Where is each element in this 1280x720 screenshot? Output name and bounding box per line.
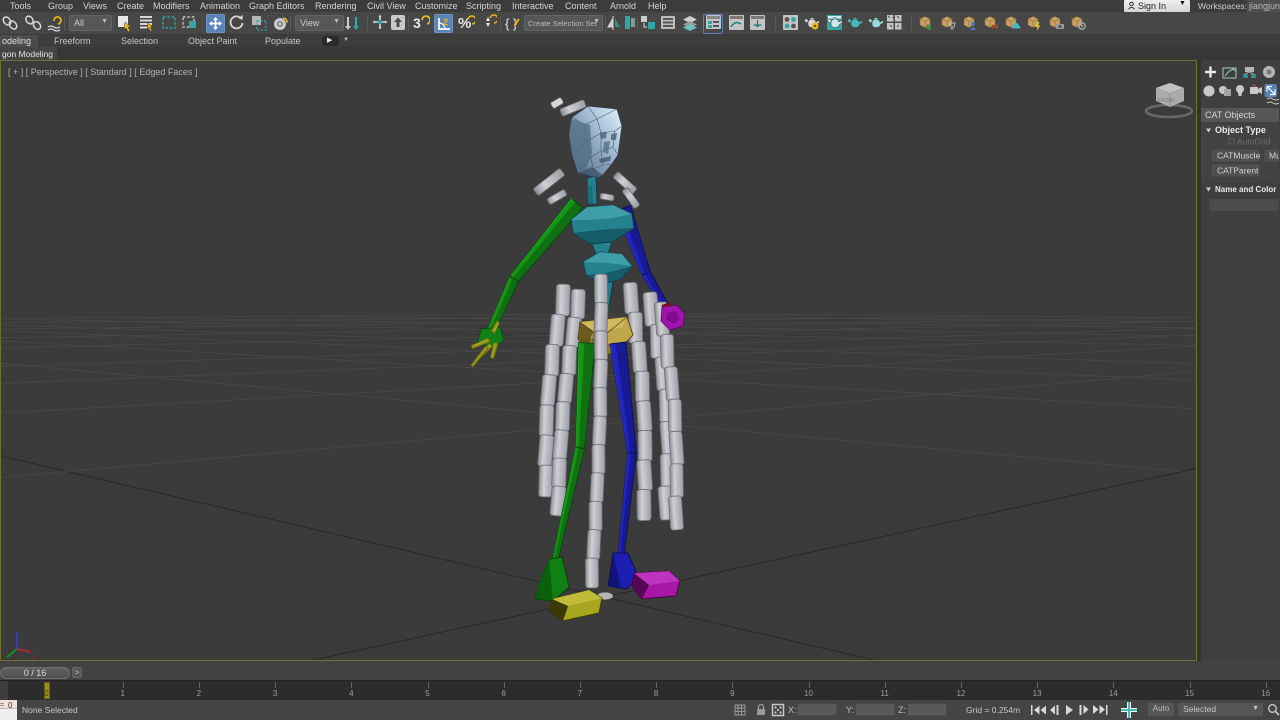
svg-text:CAT Objects: CAT Objects (1205, 110, 1256, 120)
svg-text:CATMuscle: CATMuscle (1217, 151, 1261, 161)
svg-text:Mu: Mu (1269, 151, 1279, 161)
svg-text:Name and Color: Name and Color (1215, 185, 1276, 194)
svg-text:z: z (19, 630, 22, 636)
svg-text:3: 3 (413, 15, 421, 31)
svg-text:y: y (33, 654, 36, 660)
svg-text:AutoGrid: AutoGrid (1237, 137, 1271, 147)
svg-text:CATParent: CATParent (1217, 166, 1259, 176)
svg-text:2: 2 (443, 17, 448, 27)
svg-text:Object Type: Object Type (1215, 125, 1266, 135)
svg-text:FRONT: FRONT (1158, 98, 1175, 104)
